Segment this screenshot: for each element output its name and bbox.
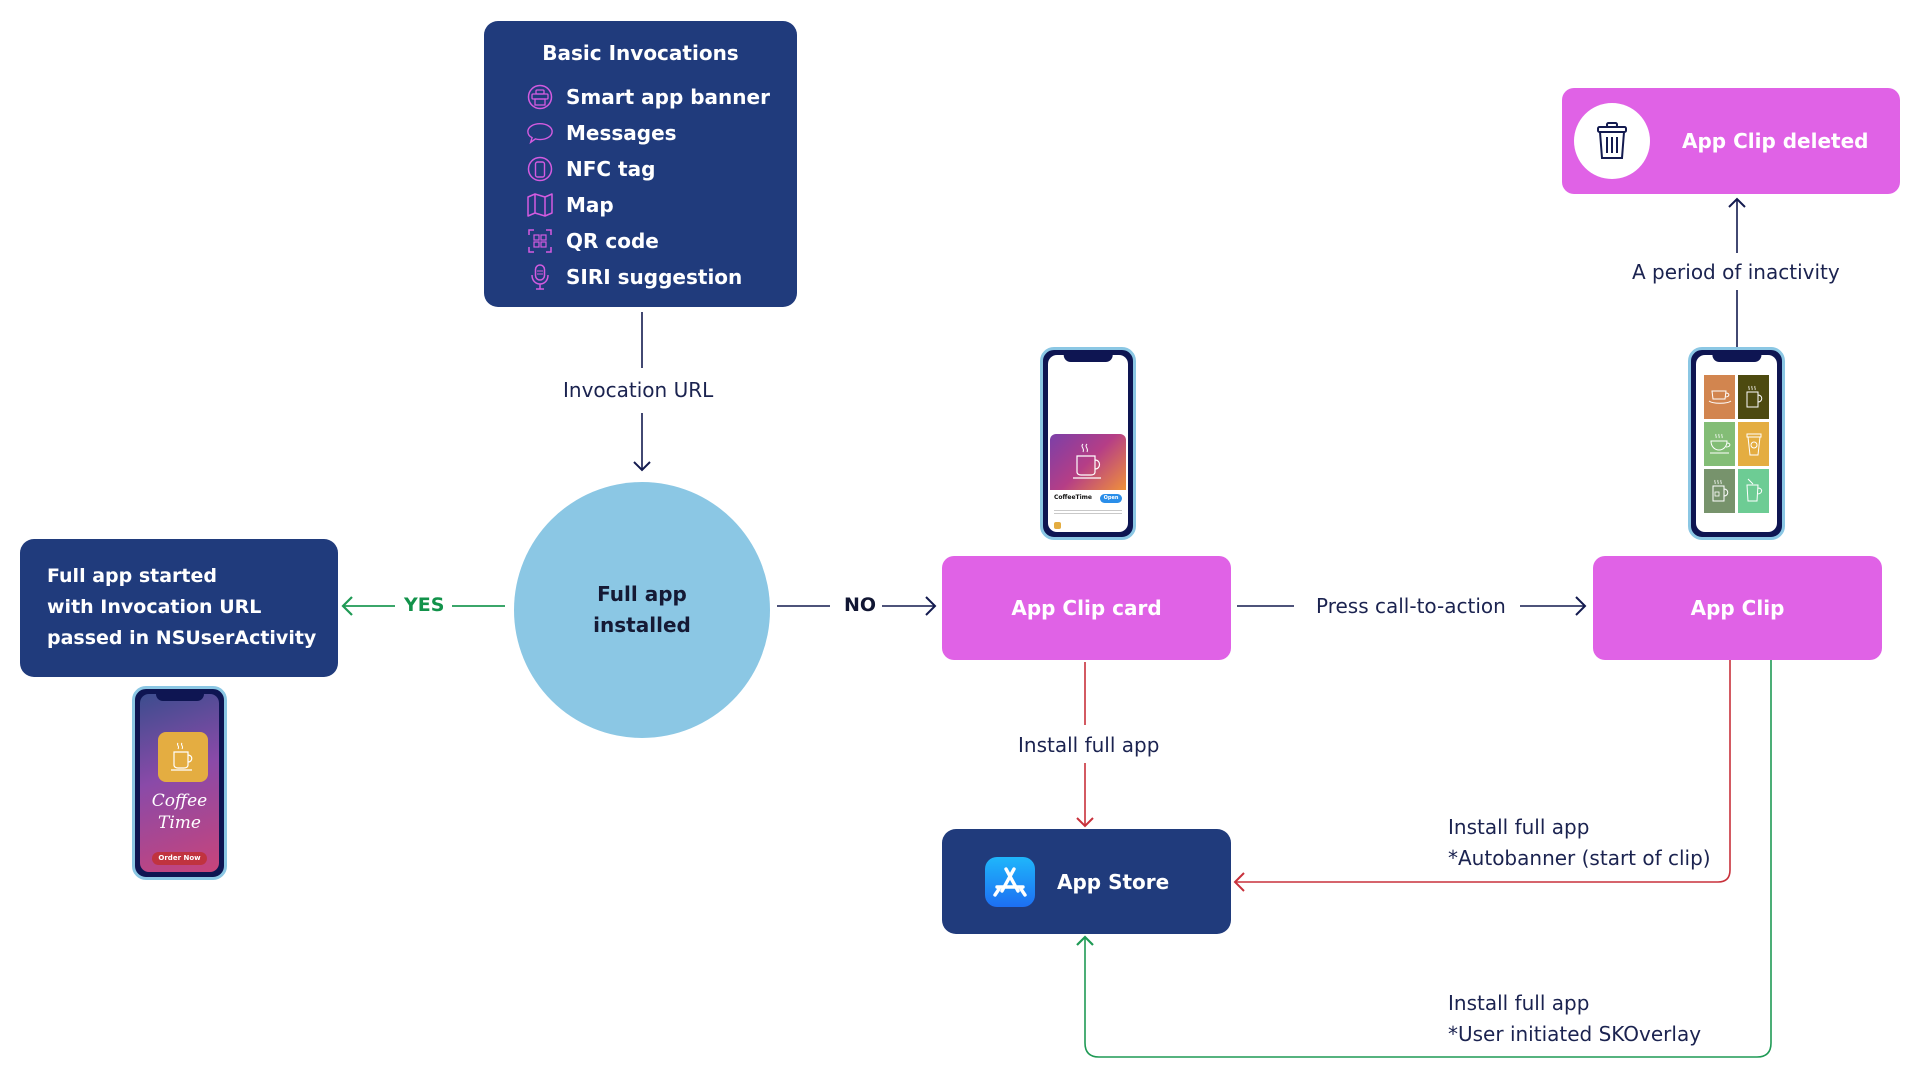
app-clip-node: App Clip [1593, 556, 1882, 660]
invocation-item: QR code [526, 223, 770, 259]
app-store-icon [985, 856, 1035, 907]
iced-drink-icon [1738, 469, 1769, 513]
invocation-label: NFC tag [566, 157, 656, 181]
invocation-item: Messages [526, 115, 770, 151]
phone-notch [1711, 354, 1762, 362]
full-app-started-line2: with Invocation URL [47, 596, 262, 618]
invocation-item: Smart app banner [526, 79, 770, 115]
order-now-button: Order Now [152, 852, 207, 865]
trash-icon [1597, 122, 1627, 159]
app-clip-deleted-label: App Clip deleted [1682, 129, 1869, 153]
autobanner-line1: Install full app [1448, 815, 1590, 839]
autobanner-line2: *Autobanner (start of clip) [1448, 846, 1711, 870]
invocation-item: SIRI suggestion [526, 259, 770, 295]
full-app-started-line1: Full app started [47, 565, 217, 587]
coffee-title-line2: Time [158, 813, 201, 833]
microphone-icon [526, 263, 554, 291]
app-store-node: App Store [942, 829, 1231, 934]
card-app-name: CoffeeTime [1054, 494, 1092, 501]
basic-invocations-box: Basic Invocations Smart app banner Messa… [484, 21, 797, 307]
skoverlay-line1: Install full app [1448, 991, 1590, 1015]
full-app-installed-decision: Full app installed [514, 482, 770, 738]
invocation-label: Messages [566, 121, 677, 145]
invocation-label: Smart app banner [566, 85, 770, 109]
autobanner-label: Install full app *Autobanner (start of c… [1448, 812, 1711, 874]
qr-code-icon [526, 227, 554, 255]
app-clip-card-phone-mockup: CoffeeTime Open [1040, 347, 1136, 540]
invocation-label: QR code [566, 229, 659, 253]
invocation-item: Map [526, 187, 770, 223]
decision-line1: Full app [597, 582, 687, 606]
app-clip-card-label: App Clip card [1011, 596, 1162, 620]
coffee-title-line1: Coffee [151, 791, 208, 811]
skoverlay-label: Install full app *User initiated SKOverl… [1448, 988, 1701, 1050]
skoverlay-line2: *User initiated SKOverlay [1448, 1022, 1702, 1046]
decision-line2: installed [593, 613, 691, 637]
card-description [1054, 510, 1122, 516]
mug-icon [1738, 375, 1769, 419]
invocation-list: Smart app banner Messages NFC tag Map QR… [526, 79, 770, 295]
full-app-started-line3: passed in NSUserActivity [47, 627, 317, 649]
basic-invocations-title: Basic Invocations [542, 41, 739, 65]
full-app-phone-mockup: Coffee Time Order Now [132, 686, 227, 880]
phone-notch [1063, 354, 1113, 362]
smart-banner-icon [526, 83, 554, 111]
no-label: NO [844, 594, 877, 616]
message-bubble-icon [526, 119, 554, 147]
phone-notch [155, 693, 204, 701]
invocation-url-label: Invocation URL [563, 378, 714, 402]
phone-screen: CoffeeTime Open [1048, 355, 1128, 532]
invocation-label: SIRI suggestion [566, 265, 743, 289]
card-app-logo [1054, 522, 1061, 529]
press-cta-label: Press call-to-action [1316, 594, 1506, 618]
drink-grid [1704, 375, 1769, 513]
card-open-button: Open [1100, 494, 1122, 503]
full-app-started-box: Full app started with Invocation URL pas… [20, 539, 338, 677]
yes-label: YES [404, 594, 445, 616]
phone-screen [1696, 355, 1777, 532]
trash-icon-circle [1574, 103, 1650, 179]
app-clip-deleted-node: App Clip deleted [1562, 88, 1900, 194]
inactivity-label: A period of inactivity [1632, 260, 1840, 284]
app-clip-label: App Clip [1690, 596, 1785, 620]
invocation-label: Map [566, 193, 614, 217]
coffee-cup-icon [1073, 443, 1101, 479]
tea-bag-mug-icon [1704, 469, 1735, 513]
install-full-app-label: Install full app [1018, 733, 1160, 757]
map-icon [526, 191, 554, 219]
takeaway-cup-icon [1738, 422, 1769, 466]
app-clip-card-banner [1050, 434, 1126, 490]
app-store-label: App Store [1057, 869, 1170, 894]
cup-saucer-icon [1704, 375, 1735, 419]
phone-screen: Coffee Time Order Now [140, 694, 219, 872]
invocation-item: NFC tag [526, 151, 770, 187]
app-clip-phone-mockup [1688, 347, 1785, 540]
coffee-time-title: Coffee Time [140, 790, 219, 834]
tea-cup-icon [1704, 422, 1735, 466]
nfc-tag-icon [526, 155, 554, 183]
coffee-cup-icon [158, 732, 208, 782]
app-clip-card-node: App Clip card [942, 556, 1231, 660]
